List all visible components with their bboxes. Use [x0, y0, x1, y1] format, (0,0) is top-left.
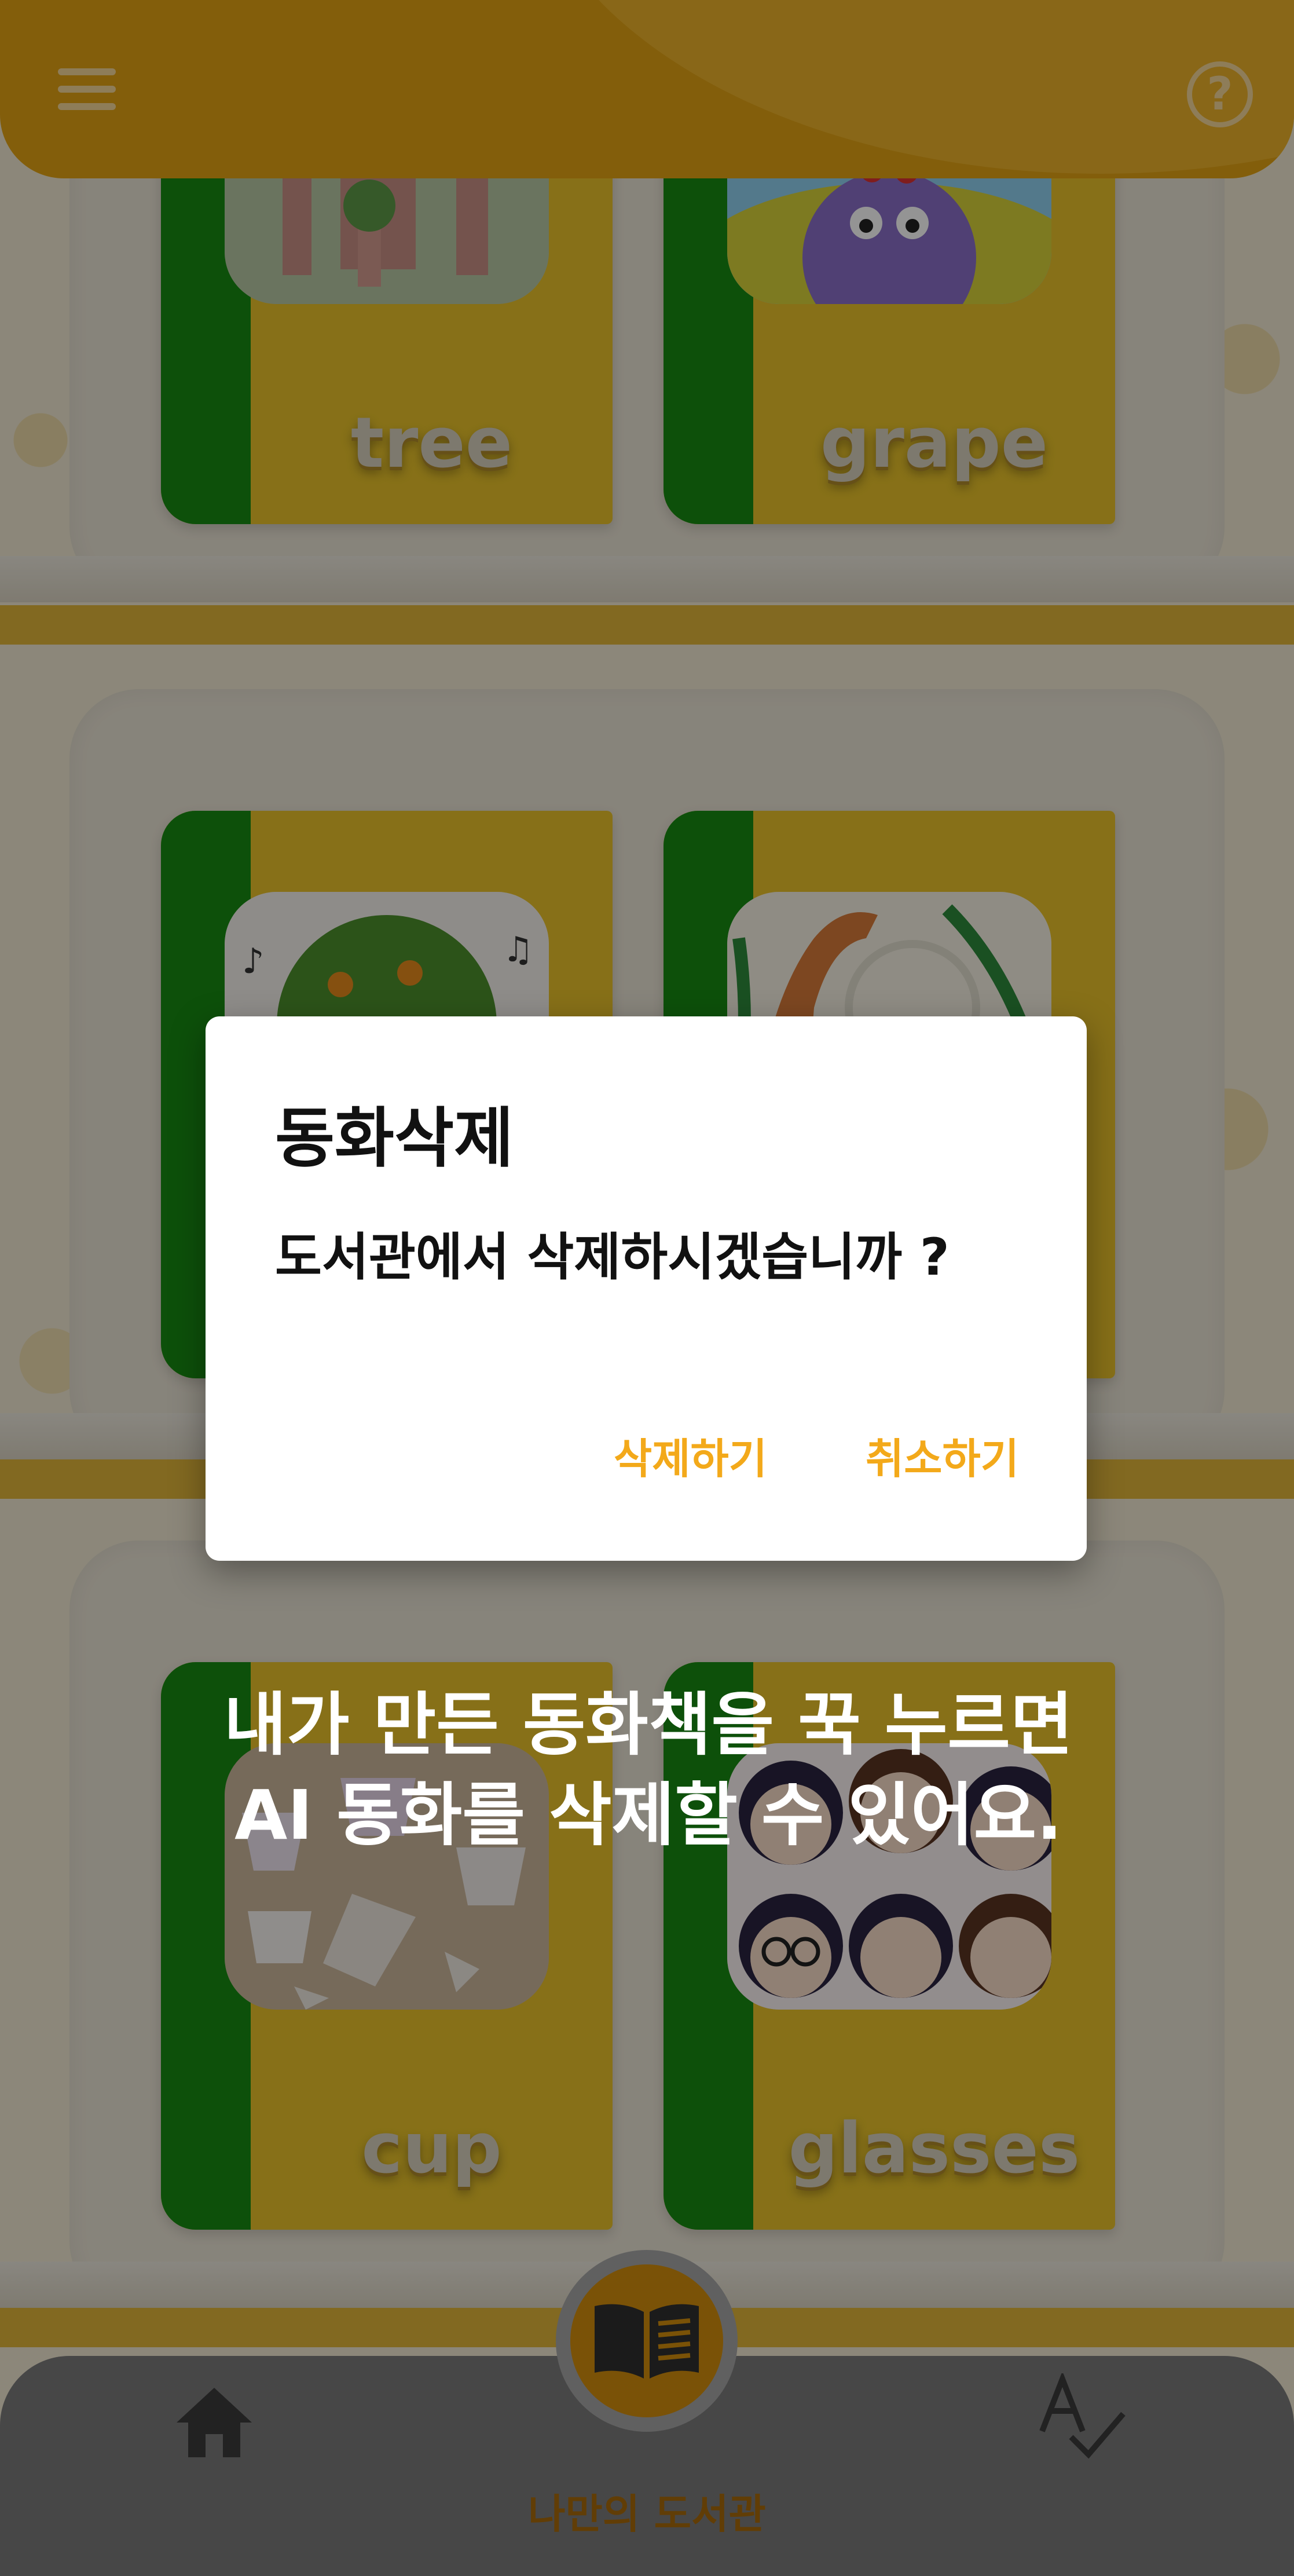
delete-hint-text: 내가 만든 동화책을 꾹 누르면 AI 동화를 삭제할 수 있어요.	[174, 1679, 1123, 1860]
delete-dialog: 동화삭제 도서관에서 삭제하시겠습니까 ? 삭제하기 취소하기	[206, 1016, 1087, 1561]
cancel-button[interactable]: 취소하기	[866, 1425, 1019, 1485]
dialog-message: 도서관에서 삭제하시겠습니까 ?	[275, 1227, 950, 1287]
hint-line-2: AI 동화를 삭제할 수 있어요.	[234, 1775, 1062, 1855]
dialog-title: 동화삭제	[275, 1101, 514, 1176]
hint-line-1: 내가 만든 동화책을 꾹 누르면	[223, 1685, 1073, 1765]
confirm-delete-button[interactable]: 삭제하기	[614, 1425, 767, 1485]
